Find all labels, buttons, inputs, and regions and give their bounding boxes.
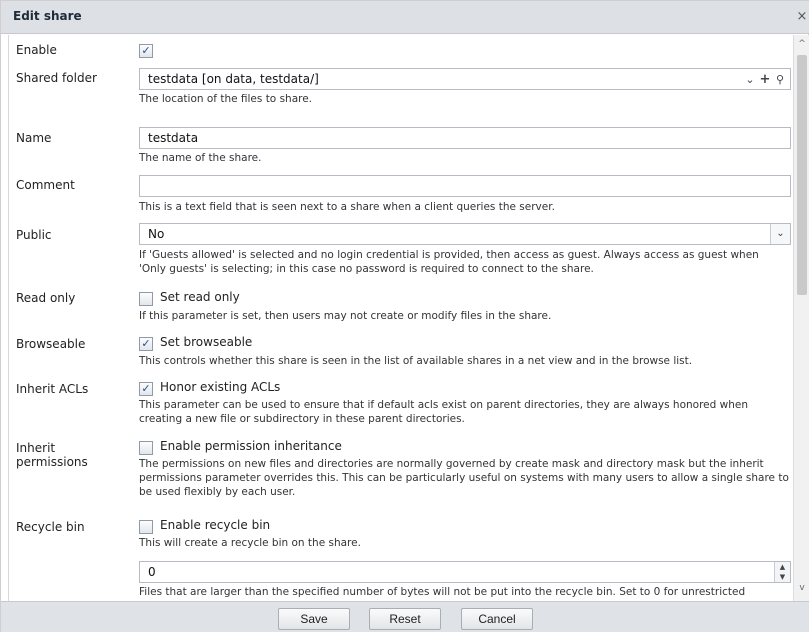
save-button[interactable]: Save bbox=[278, 608, 350, 630]
max-size-help: Files that are larger than the specified… bbox=[139, 586, 746, 598]
max-size-input[interactable]: 0 ▲ ▼ bbox=[139, 561, 791, 583]
shared-folder-select[interactable]: testdata [on data, testdata/] ⌄ + ⚲ bbox=[139, 68, 791, 90]
comment-help: This is a text field that is seen next t… bbox=[139, 201, 555, 213]
read-only-label: Read only bbox=[16, 291, 76, 305]
browseable-help: This controls whether this share is seen… bbox=[139, 355, 693, 367]
recycle-bin-label: Recycle bin bbox=[16, 520, 85, 534]
recycle-bin-help: This will create a recycle bin on the sh… bbox=[139, 537, 361, 549]
inherit-permissions-help: The permissions on new files and directo… bbox=[139, 458, 789, 498]
scroll-down-icon[interactable]: v bbox=[794, 583, 809, 595]
browseable-checkbox[interactable]: ✓ bbox=[139, 337, 153, 351]
inherit-acls-checkbox[interactable]: ✓ bbox=[139, 382, 153, 396]
enable-checkbox[interactable]: ✓ bbox=[139, 44, 153, 58]
max-size-spinner: ▲ ▼ bbox=[774, 562, 790, 582]
inherit-permissions-checkbox[interactable] bbox=[139, 441, 153, 455]
edit-share-dialog: Edit share × Enable ✓ Shared folder test… bbox=[0, 0, 809, 632]
read-only-checkbox-label[interactable]: Set read only bbox=[160, 290, 240, 304]
dialog-footer: Save Reset Cancel bbox=[1, 601, 809, 632]
shared-folder-value: testdata [on data, testdata/] bbox=[148, 72, 319, 86]
name-label: Name bbox=[16, 131, 52, 145]
recycle-bin-checkbox[interactable] bbox=[139, 520, 153, 534]
spinner-down-icon[interactable]: ▼ bbox=[775, 572, 790, 582]
name-value: testdata bbox=[148, 131, 199, 145]
inherit-permissions-label-line2: permissions bbox=[16, 455, 88, 469]
comment-input[interactable] bbox=[139, 175, 791, 197]
vertical-scrollbar[interactable]: ^ v bbox=[793, 35, 809, 601]
recycle-bin-checkbox-label[interactable]: Enable recycle bin bbox=[160, 518, 270, 532]
dialog-titlebar: Edit share × bbox=[1, 1, 809, 34]
spinner-up-icon[interactable]: ▲ bbox=[775, 562, 790, 572]
public-select[interactable]: No ⌄ bbox=[139, 223, 791, 245]
public-label: Public bbox=[16, 228, 52, 242]
inherit-permissions-checkbox-label[interactable]: Enable permission inheritance bbox=[160, 439, 342, 453]
name-help: The name of the share. bbox=[139, 152, 262, 164]
browseable-checkbox-label[interactable]: Set browseable bbox=[160, 335, 252, 349]
scroll-thumb[interactable] bbox=[797, 55, 807, 295]
comment-label: Comment bbox=[16, 178, 75, 192]
read-only-help: If this parameter is set, then users may… bbox=[139, 310, 552, 322]
inherit-acls-help: This parameter can be used to ensure tha… bbox=[139, 399, 748, 425]
shared-folder-label: Shared folder bbox=[16, 71, 97, 85]
plus-icon[interactable]: + bbox=[759, 72, 771, 87]
browseable-label: Browseable bbox=[16, 337, 86, 351]
public-value: No bbox=[148, 227, 165, 241]
shared-folder-actions: ⌄ + ⚲ bbox=[744, 71, 786, 87]
enable-label: Enable bbox=[16, 43, 57, 57]
read-only-checkbox[interactable] bbox=[139, 292, 153, 306]
dialog-title: Edit share bbox=[13, 9, 82, 23]
reset-button[interactable]: Reset bbox=[369, 608, 441, 630]
max-size-value: 0 bbox=[148, 565, 156, 579]
inherit-permissions-label-line1: Inherit bbox=[16, 441, 56, 455]
name-input[interactable]: testdata bbox=[139, 127, 791, 149]
inherit-acls-checkbox-label[interactable]: Honor existing ACLs bbox=[160, 380, 280, 394]
cancel-button[interactable]: Cancel bbox=[461, 608, 533, 630]
form-content: Enable ✓ Shared folder testdata [on data… bbox=[8, 35, 791, 601]
search-icon[interactable]: ⚲ bbox=[774, 73, 786, 86]
public-help: If 'Guests allowed' is selected and no l… bbox=[139, 249, 759, 275]
chevron-down-icon[interactable]: ⌄ bbox=[744, 73, 756, 86]
inherit-acls-label: Inherit ACLs bbox=[16, 382, 89, 396]
close-icon[interactable]: × bbox=[795, 9, 809, 25]
scroll-up-icon[interactable]: ^ bbox=[794, 39, 809, 51]
chevron-down-icon[interactable]: ⌄ bbox=[770, 224, 790, 244]
shared-folder-help: The location of the files to share. bbox=[139, 93, 313, 105]
